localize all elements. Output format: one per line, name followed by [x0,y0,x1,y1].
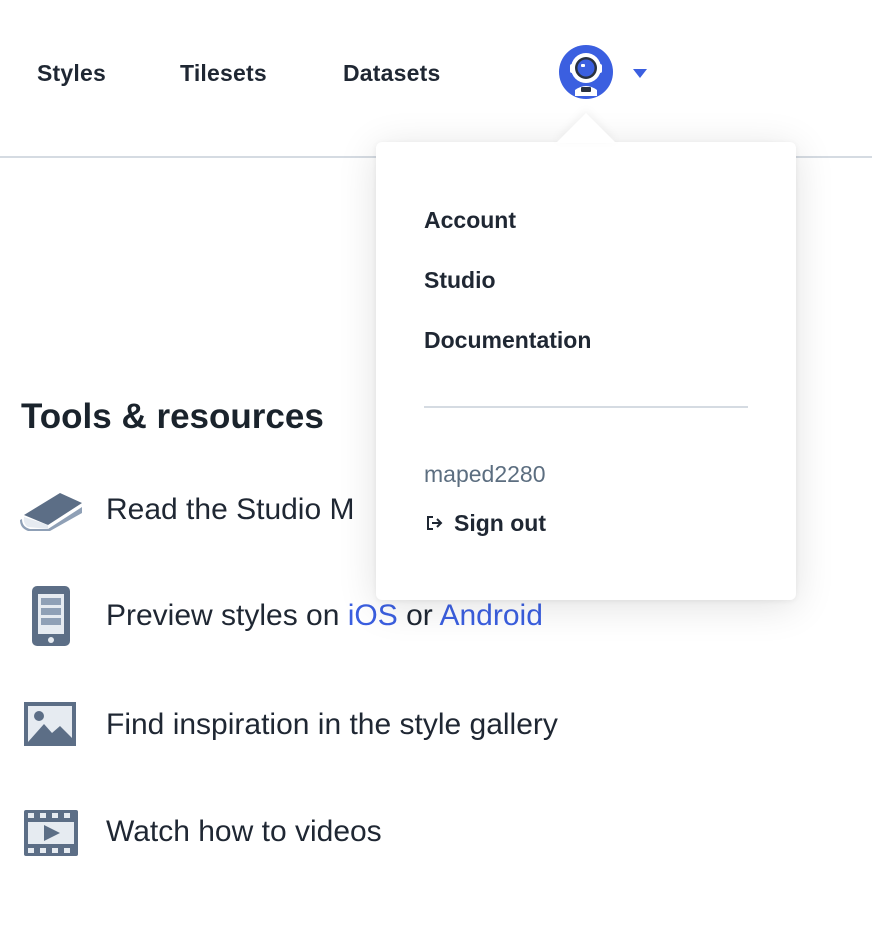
preview-or: or [397,599,440,632]
manual-link[interactable]: Read the Studio M [106,492,354,528]
preview-text: Preview styles on iOS or Android [106,598,543,634]
phone-icon [32,586,70,651]
ios-link[interactable]: iOS [348,599,398,632]
sign-out-label: Sign out [454,510,546,536]
account-dropdown: Account Studio Documentation maped2280 S… [376,142,796,600]
tools-heading: Tools & resources [21,397,324,436]
book-icon [20,491,84,536]
menu-item-documentation[interactable]: Documentation [424,325,591,355]
image-icon [24,702,76,751]
tool-row-videos: Watch how to videos [20,808,720,868]
menu-divider [424,406,748,408]
tool-row-gallery: Find inspiration in the style gallery [20,700,720,760]
nav-styles[interactable]: Styles [37,58,106,88]
caret-down-icon[interactable] [631,66,649,78]
videos-link[interactable]: Watch how to videos [106,814,382,850]
menu-item-account[interactable]: Account [424,205,516,235]
nav-datasets[interactable]: Datasets [343,58,441,88]
sign-out-icon [427,516,443,530]
menu-item-studio[interactable]: Studio [424,265,496,295]
gallery-link[interactable]: Find inspiration in the style gallery [106,707,558,743]
film-icon [24,810,78,861]
astronaut-avatar-icon[interactable] [558,44,614,100]
top-nav: Styles Tilesets Datasets [0,0,872,158]
android-link[interactable]: Android [439,599,542,632]
username-label: maped2280 [424,461,546,487]
nav-tilesets[interactable]: Tilesets [180,58,267,88]
dropdown-arrow [556,113,616,143]
preview-prefix: Preview styles on [106,599,348,632]
